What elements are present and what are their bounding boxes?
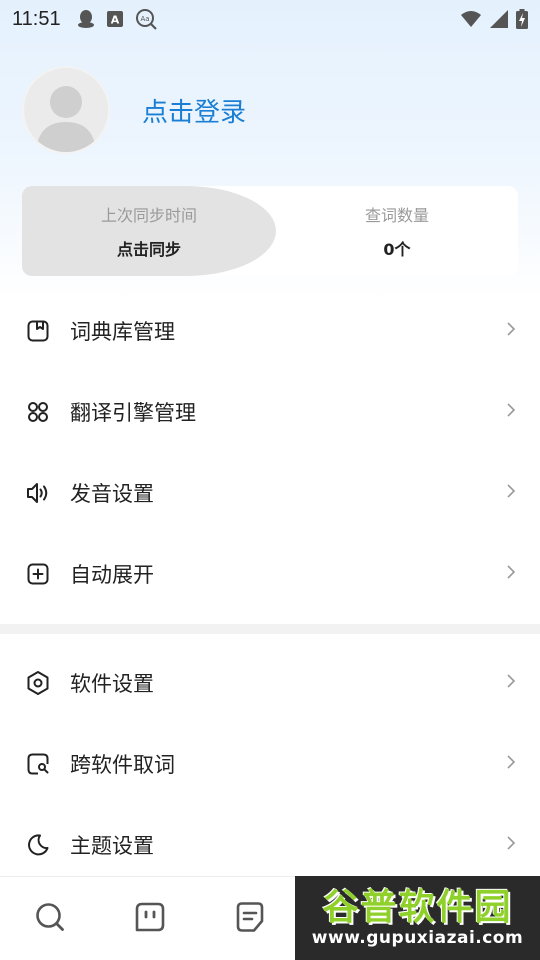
- menu-item-cross-app-lookup[interactable]: 跨软件取词: [0, 723, 540, 804]
- menu-label: 发音设置: [70, 481, 154, 506]
- profile-section[interactable]: 点击登录: [22, 66, 246, 154]
- menu-label: 跨软件取词: [70, 752, 175, 777]
- dictionary-icon: [24, 317, 52, 345]
- chevron-right-icon: [506, 402, 516, 422]
- svg-text:A: A: [110, 14, 119, 27]
- menu-item-software-settings[interactable]: 软件设置: [0, 642, 540, 723]
- menu-label: 自动展开: [70, 562, 154, 587]
- signal-icon: [490, 10, 508, 28]
- plus-square-icon: [24, 560, 52, 588]
- chevron-right-icon: [506, 483, 516, 503]
- status-bar: 11:51 A Aa: [0, 0, 540, 38]
- word-count-label: 查词数量: [364, 206, 429, 225]
- watermark-url: www.gupuxiazai.com: [311, 928, 524, 948]
- nav-notes-button[interactable]: [200, 901, 300, 937]
- menu-item-auto-expand[interactable]: 自动展开: [0, 533, 540, 614]
- translate-search-icon: Aa: [135, 8, 157, 30]
- menu-item-theme-settings[interactable]: 主题设置: [0, 804, 540, 885]
- a-box-icon: A: [106, 11, 123, 27]
- menu-label: 翻译引擎管理: [70, 400, 196, 425]
- status-icons-right: [460, 9, 528, 29]
- svg-text:Aa: Aa: [140, 15, 149, 23]
- speaker-icon: [24, 479, 52, 507]
- default-user-icon: [36, 86, 96, 152]
- moon-icon: [24, 831, 52, 859]
- last-sync-value: 点击同步: [116, 240, 181, 259]
- watermark-title: 谷普软件园: [322, 887, 513, 928]
- search-icon: [34, 901, 66, 937]
- chevron-right-icon: [506, 835, 516, 855]
- menu-item-translation-engines[interactable]: 翻译引擎管理: [0, 371, 540, 452]
- wifi-icon: [460, 10, 482, 28]
- chevron-right-icon: [506, 673, 516, 693]
- status-time: 11:51: [12, 7, 61, 30]
- avatar[interactable]: [22, 66, 110, 154]
- hexagon-settings-icon: [24, 669, 52, 697]
- battery-charging-icon: [516, 9, 528, 29]
- grid-apps-icon: [24, 398, 52, 426]
- nav-search-button[interactable]: [0, 901, 100, 937]
- menu-label: 软件设置: [70, 671, 154, 696]
- search-square-icon: [24, 750, 52, 778]
- menu-group-primary: 词典库管理 翻译引擎管理 发音设置 自动展开: [0, 290, 540, 614]
- chevron-right-icon: [506, 564, 516, 584]
- notes-icon: [235, 901, 265, 937]
- menu-item-pronunciation-settings[interactable]: 发音设置: [0, 452, 540, 533]
- sync-button[interactable]: 上次同步时间 点击同步: [22, 186, 276, 276]
- watermark-logo: 谷普软件园 www.gupuxiazai.com: [295, 876, 540, 960]
- word-count-value: 0个: [383, 240, 411, 259]
- chevron-right-icon: [506, 321, 516, 341]
- menu-label: 词典库管理: [70, 319, 175, 344]
- menu-group-secondary: 软件设置 跨软件取词 主题设置: [0, 642, 540, 885]
- nav-chat-button[interactable]: [100, 901, 200, 937]
- section-divider: [0, 624, 540, 634]
- menu-label: 主题设置: [70, 833, 154, 858]
- chat-face-icon: [134, 901, 166, 937]
- status-icons-left: A Aa: [77, 8, 157, 30]
- sync-card: 上次同步时间 点击同步 查词数量 0个: [22, 186, 518, 276]
- login-link[interactable]: 点击登录: [142, 92, 246, 129]
- chevron-right-icon: [506, 754, 516, 774]
- qq-icon: [77, 9, 95, 29]
- last-sync-label: 上次同步时间: [100, 206, 197, 225]
- word-count-panel: 查词数量 0个: [276, 186, 518, 276]
- menu-item-dictionary-management[interactable]: 词典库管理: [0, 290, 540, 371]
